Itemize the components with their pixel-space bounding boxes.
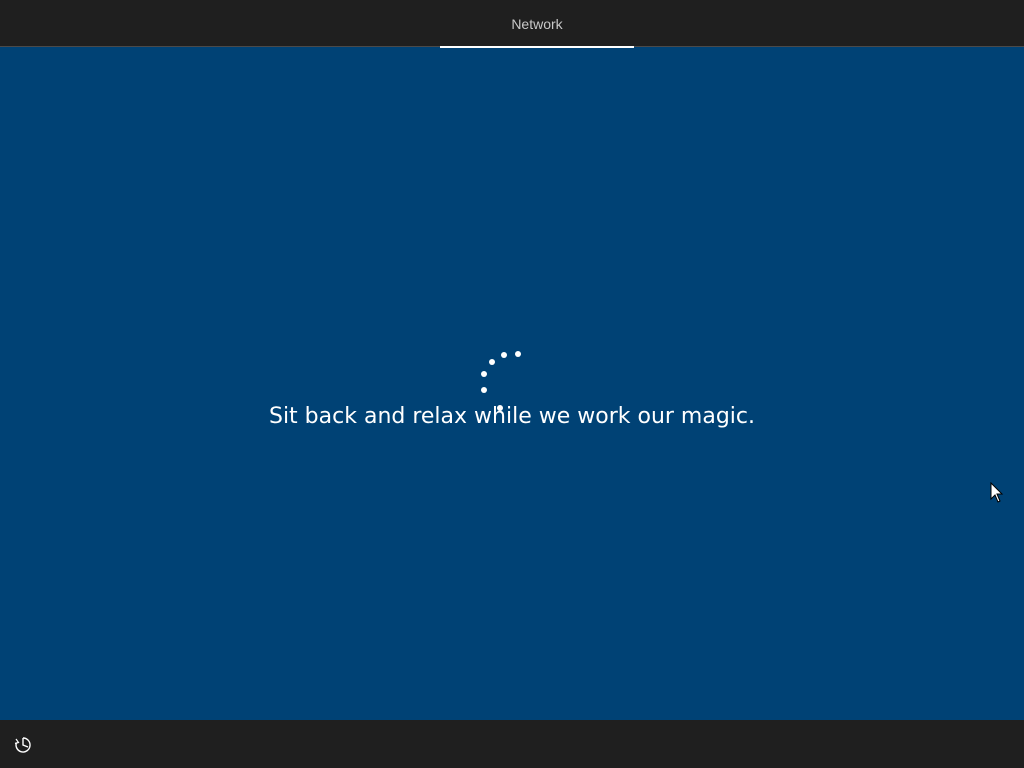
spinner-dot bbox=[515, 351, 521, 357]
bottom-bar bbox=[0, 720, 1024, 768]
ease-of-access-icon bbox=[14, 737, 31, 753]
spinner-dot bbox=[481, 387, 487, 393]
top-bar: Network bbox=[0, 0, 1024, 48]
spinner-dot bbox=[481, 371, 487, 377]
ease-of-access-button[interactable] bbox=[10, 732, 36, 758]
mouse-cursor-icon bbox=[990, 482, 1004, 503]
tab-network-label: Network bbox=[511, 15, 563, 32]
spinner-dot bbox=[501, 352, 507, 358]
spinner-dot bbox=[489, 359, 495, 365]
main-content bbox=[0, 48, 1024, 720]
status-message: Sit back and relax while we work our mag… bbox=[268, 404, 756, 429]
tab-network: Network bbox=[440, 0, 634, 48]
